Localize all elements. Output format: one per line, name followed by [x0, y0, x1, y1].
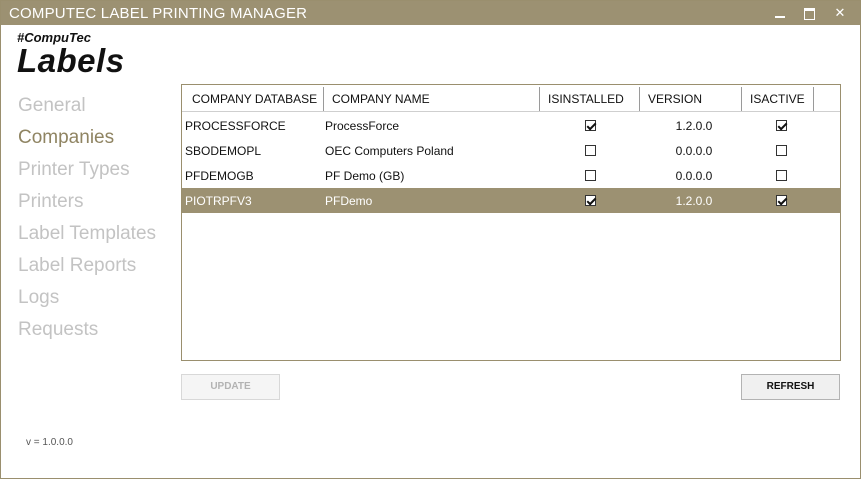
title-bar[interactable]: COMPUTEC LABEL PRINTING MANAGER ✕	[1, 1, 860, 25]
app-window: COMPUTEC LABEL PRINTING MANAGER ✕ #Compu…	[0, 0, 861, 479]
cell-isactive	[745, 170, 817, 181]
table-row[interactable]: PIOTRPFV3 PFDemo 1.2.0.0	[182, 188, 840, 213]
refresh-button[interactable]: REFRESH	[741, 374, 840, 400]
sidebar-item-label-reports[interactable]: Label Reports	[18, 253, 156, 285]
cell-company-database: PROCESSFORCE	[185, 118, 286, 133]
cell-version: 0.0.0.0	[675, 143, 713, 158]
cell-company-name: PF Demo (GB)	[325, 168, 405, 183]
sidebar-item-requests[interactable]: Requests	[18, 317, 156, 349]
isinstalled-checkbox[interactable]	[585, 170, 596, 181]
sidebar-item-general[interactable]: General	[18, 93, 156, 125]
app-logo: #CompuTec Labels	[17, 31, 125, 79]
version-label: v = 1.0.0.0	[26, 437, 73, 448]
sidebar-item-printer-types[interactable]: Printer Types	[18, 157, 156, 189]
table-row[interactable]: PFDEMOGB PF Demo (GB) 0.0.0.0	[182, 163, 840, 188]
cell-company-database: PFDEMOGB	[185, 168, 254, 183]
sidebar-item-label-templates[interactable]: Label Templates	[18, 221, 156, 253]
column-header-company-name[interactable]: COMPANY NAME	[324, 87, 540, 111]
cell-isinstalled	[538, 145, 643, 156]
cell-company-database: SBODEMOPL	[185, 143, 262, 158]
isactive-checkbox[interactable]	[775, 120, 787, 131]
cell-company-name: ProcessForce	[325, 118, 400, 133]
grid-body: PROCESSFORCE ProcessForce 1.2.0.0 SBODEMOPL…	[182, 113, 840, 213]
column-header-isactive[interactable]: ISACTIVE	[742, 87, 814, 111]
cell-isactive	[745, 120, 817, 131]
close-button[interactable]: ✕	[829, 3, 851, 23]
cell-company-name: PFDemo	[325, 193, 373, 208]
minimize-icon	[775, 16, 785, 19]
cell-isinstalled	[538, 195, 643, 206]
isactive-checkbox[interactable]	[775, 145, 787, 156]
isinstalled-checkbox[interactable]	[585, 195, 596, 206]
column-header-company-database[interactable]: COMPANY DATABASE	[184, 87, 324, 111]
isactive-checkbox[interactable]	[775, 195, 787, 206]
cell-company-database: PIOTRPFV3	[185, 193, 252, 208]
sidebar-item-logs[interactable]: Logs	[18, 285, 156, 317]
cell-version: 1.2.0.0	[675, 118, 713, 133]
close-icon: ✕	[834, 5, 846, 20]
isinstalled-checkbox[interactable]	[585, 145, 596, 156]
header-divider	[182, 111, 840, 112]
cell-company-name: OEC Computers Poland	[325, 143, 454, 158]
cell-version: 1.2.0.0	[675, 193, 713, 208]
maximize-button[interactable]	[798, 3, 820, 23]
grid-header: COMPANY DATABASE COMPANY NAME ISINSTALLE…	[184, 87, 814, 111]
update-button[interactable]: UPDATE	[181, 374, 280, 400]
maximize-icon	[803, 8, 815, 21]
sidebar-item-printers[interactable]: Printers	[18, 189, 156, 221]
cell-isactive	[745, 145, 817, 156]
column-header-isinstalled[interactable]: ISINSTALLED	[540, 87, 640, 111]
minimize-button[interactable]	[769, 3, 791, 23]
window-title: COMPUTEC LABEL PRINTING MANAGER	[9, 5, 308, 22]
logo-title: Labels	[17, 42, 125, 79]
cell-version: 0.0.0.0	[675, 168, 713, 183]
cell-isinstalled	[538, 120, 643, 131]
sidebar-nav: General Companies Printer Types Printers Lab…	[18, 93, 156, 349]
sidebar-item-companies[interactable]: Companies	[18, 125, 156, 157]
isinstalled-checkbox[interactable]	[585, 120, 596, 131]
table-row[interactable]: SBODEMOPL OEC Computers Poland 0.0.0.0	[182, 138, 840, 163]
column-header-version[interactable]: VERSION	[640, 87, 742, 111]
cell-isactive	[745, 195, 817, 206]
cell-isinstalled	[538, 170, 643, 181]
table-row[interactable]: PROCESSFORCE ProcessForce 1.2.0.0	[182, 113, 840, 138]
companies-grid: COMPANY DATABASE COMPANY NAME ISINSTALLE…	[181, 84, 841, 361]
isactive-checkbox[interactable]	[775, 170, 787, 181]
